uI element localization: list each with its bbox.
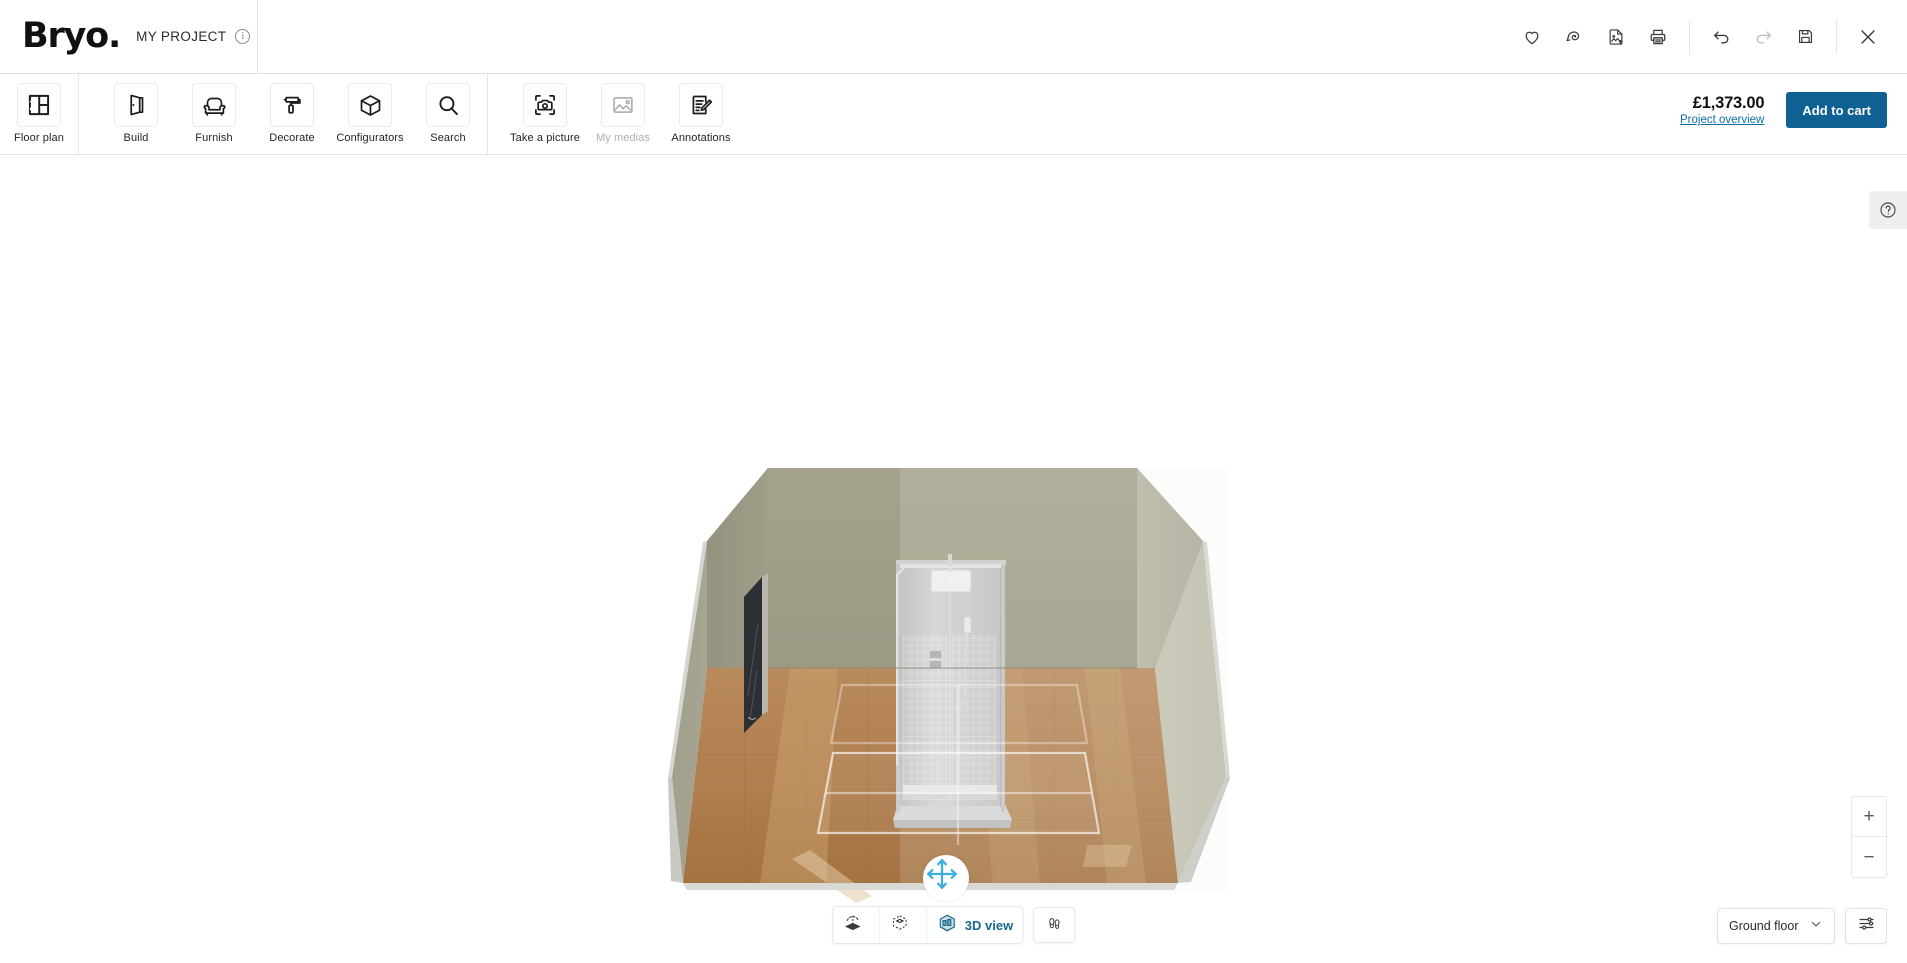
- top-bar: Bryo. MY PROJECT i: [0, 0, 1907, 74]
- viewport-3d[interactable]: + −: [0, 155, 1907, 963]
- zoom-out-button[interactable]: −: [1852, 837, 1886, 877]
- top-icon-group-primary: [1501, 20, 1689, 54]
- tool-label: Take a picture: [510, 132, 580, 144]
- tool-label: Annotations: [671, 132, 730, 144]
- camera-icon: [523, 83, 567, 127]
- door-icon: [114, 83, 158, 127]
- paint-roller-icon: [270, 83, 314, 127]
- walkthrough-button[interactable]: [1033, 907, 1075, 943]
- tool-annotations[interactable]: Annotations: [662, 74, 740, 155]
- move-gizmo[interactable]: [923, 855, 969, 901]
- tool-furnish[interactable]: Furnish: [175, 74, 253, 155]
- view-mode-label: 3D view: [965, 918, 1013, 933]
- sliders-icon: [1856, 913, 1877, 939]
- total-price: £1,373.00: [1680, 93, 1764, 114]
- zoom-control: + −: [1851, 796, 1887, 878]
- export-file-icon[interactable]: [1599, 20, 1633, 54]
- top-icon-group-history: [1689, 20, 1836, 54]
- scene-3d-room[interactable]: [0, 155, 1907, 963]
- floor-select-value: Ground floor: [1729, 919, 1798, 933]
- redo-icon[interactable]: [1746, 20, 1780, 54]
- favorite-icon[interactable]: [1515, 20, 1549, 54]
- price-block: £1,373.00 Project overview: [1680, 93, 1764, 128]
- project-title: MY PROJECT: [136, 29, 226, 44]
- main-toolbar: Floor plan Build: [0, 74, 1907, 155]
- tool-take-a-picture[interactable]: Take a picture: [506, 74, 584, 155]
- view-mode-box-section[interactable]: [880, 907, 927, 943]
- tool-decorate[interactable]: Decorate: [253, 74, 331, 155]
- top-actions: [1501, 0, 1907, 74]
- image-icon: [601, 83, 645, 127]
- zoom-in-button[interactable]: +: [1852, 797, 1886, 837]
- tool-group-media: Take a picture My medias: [487, 74, 740, 155]
- share-icon[interactable]: [1557, 20, 1591, 54]
- toolbar-right: £1,373.00 Project overview Add to cart: [1680, 74, 1907, 146]
- undo-icon[interactable]: [1704, 20, 1738, 54]
- annotation-pencil-icon: [679, 83, 723, 127]
- top-icon-group-close: [1836, 20, 1899, 54]
- search-icon: [426, 83, 470, 127]
- view-mode-3d[interactable]: 3D view: [927, 907, 1022, 943]
- tool-configurators[interactable]: Configurators: [331, 74, 409, 155]
- tool-build[interactable]: Build: [97, 74, 175, 155]
- floor-select[interactable]: Ground floor: [1717, 908, 1835, 944]
- chevron-down-icon: [1809, 917, 1823, 936]
- tool-label: Furnish: [195, 132, 232, 144]
- view-mode-segment: 3D view: [832, 906, 1023, 944]
- box-section-icon: [889, 912, 910, 938]
- info-icon[interactable]: i: [235, 29, 250, 44]
- tool-label: Floor plan: [14, 132, 64, 144]
- view-mode-toolbar: 3D view: [832, 906, 1075, 944]
- tool-label: Configurators: [336, 132, 403, 144]
- add-to-cart-button[interactable]: Add to cart: [1786, 92, 1887, 128]
- app-logo[interactable]: Bryo.: [22, 19, 120, 54]
- tool-floor-plan[interactable]: Floor plan: [0, 74, 78, 155]
- view-settings-button[interactable]: [1845, 908, 1887, 944]
- footsteps-icon: [1044, 913, 1064, 938]
- floor-plan-icon: [17, 83, 61, 127]
- brand-zone: Bryo. MY PROJECT i: [0, 0, 258, 74]
- project-overview-link[interactable]: Project overview: [1680, 113, 1764, 127]
- view-mode-floor-layers[interactable]: [833, 907, 880, 943]
- cube-3d-icon: [936, 912, 958, 939]
- app-root: Bryo. MY PROJECT i: [0, 0, 1907, 963]
- help-button[interactable]: [1869, 191, 1907, 229]
- tool-group-plan: Floor plan: [0, 74, 78, 155]
- tool-group-edit: Build Furnish: [78, 74, 487, 155]
- cube-icon: [348, 83, 392, 127]
- tool-my-medias[interactable]: My medias: [584, 74, 662, 155]
- room-render: [0, 155, 1907, 963]
- armchair-icon: [192, 83, 236, 127]
- tool-search[interactable]: Search: [409, 74, 487, 155]
- tool-label: My medias: [596, 132, 650, 144]
- tool-label: Decorate: [269, 132, 314, 144]
- floor-layers-icon: [842, 912, 863, 938]
- save-icon[interactable]: [1788, 20, 1822, 54]
- close-icon[interactable]: [1851, 20, 1885, 54]
- floor-controls: Ground floor: [1717, 908, 1887, 944]
- tool-label: Search: [430, 132, 465, 144]
- tool-label: Build: [124, 132, 149, 144]
- print-icon[interactable]: [1641, 20, 1675, 54]
